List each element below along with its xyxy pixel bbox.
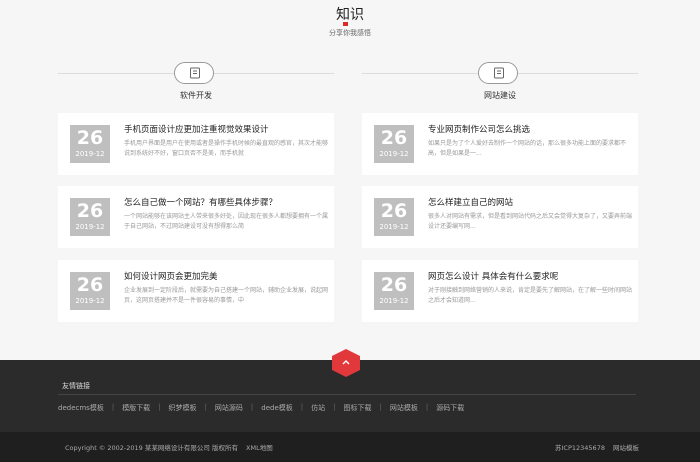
date-day: 26	[76, 274, 104, 296]
article-card[interactable]: 26 2019-12 手机页面设计应更加注重视觉效果设计 手机用户界面是用户在使…	[58, 113, 334, 175]
friend-links: dedecms模板 | 模版下载 | 织梦模板 | 网站源码 | dede模板 | 仿站 |…	[58, 403, 658, 413]
link-separator: |	[333, 403, 336, 411]
friend-link[interactable]: 织梦模板	[169, 403, 197, 413]
back-to-top-button[interactable]	[332, 349, 360, 377]
section-subtitle: 分享你我感悟	[329, 29, 371, 37]
friend-links-title: 友情链接	[62, 382, 90, 390]
date-day: 26	[76, 127, 104, 149]
date-badge: 26 2019-12	[374, 125, 414, 163]
date-badge: 26 2019-12	[374, 272, 414, 310]
title-accent-mark	[343, 22, 348, 26]
date-year-month: 2019-12	[379, 150, 409, 158]
article-summary: 一个网站能够在该网站主人带来很多好处，因此现在很多人都想要拥有一个属于自己网站，…	[124, 213, 328, 230]
link-separator: |	[111, 403, 115, 411]
link-separator: |	[300, 403, 304, 411]
friend-link[interactable]: 源码下载	[436, 403, 464, 413]
footer-bottom-bar: Copyright © 2002-2019 某某网络设计有限公司 版权所有 XM…	[0, 432, 700, 462]
chevron-up-icon	[342, 360, 350, 365]
link-separator: |	[425, 403, 429, 411]
copyright-line: Copyright © 2002-2019 某某网络设计有限公司 版权所有 XM…	[65, 442, 279, 452]
article-card[interactable]: 26 2019-12 专业网页制作公司怎么挑选 如果只是为了个人爱好去制作一个网…	[362, 113, 638, 175]
article-title[interactable]: 手机页面设计应更加注重视觉效果设计	[124, 123, 328, 135]
friend-link[interactable]: 图标下载	[343, 403, 371, 413]
article-card[interactable]: 26 2019-12 怎么自己做一个网站？有哪些具体步骤？ 一个网站能够在该网站…	[58, 186, 334, 248]
article-title[interactable]: 怎么自己做一个网站？有哪些具体步骤？	[124, 196, 328, 208]
article-summary: 企业发展到一定阶段后，就需要为自己搭建一个网站，辅助企业发展，说起网页，这网页搭…	[124, 287, 328, 304]
site-template-link[interactable]: 网站模板	[613, 444, 639, 452]
article-summary: 很多人对网站有需求，但是看到网站代码之后又会觉得大复杂了，又要弄前端设计还要编写…	[428, 213, 632, 230]
date-day: 26	[380, 127, 408, 149]
column-label[interactable]: 网站建设	[362, 90, 638, 101]
sitemap-link[interactable]: XML地图	[246, 444, 273, 452]
link-separator: |	[204, 403, 207, 411]
link-separator: |	[379, 403, 382, 411]
friend-link[interactable]: dede模板	[261, 403, 293, 413]
site-footer: 友情链接 dedecms模板 | 模版下载 | 织梦模板 | 网站源码 | dede模板…	[0, 349, 700, 462]
date-badge: 26 2019-12	[70, 272, 110, 310]
link-separator: |	[250, 403, 254, 411]
date-day: 26	[76, 200, 104, 222]
section-title: 知识	[336, 7, 364, 23]
article-title[interactable]: 网页怎么设计 具体会有什么要求呢	[428, 270, 632, 282]
friend-link[interactable]: 网站模板	[390, 403, 418, 413]
date-year-month: 2019-12	[75, 150, 105, 158]
date-badge: 26 2019-12	[70, 198, 110, 236]
article-summary: 手机用户界面是用户在使用或者是操作手机时候的最直观的感官，其次才能够说到系统好不…	[124, 140, 328, 157]
footer-divider	[58, 394, 636, 395]
copyright-text: Copyright © 2002-2019 某某网络设计有限公司 版权所有	[65, 444, 238, 452]
date-badge: 26 2019-12	[374, 198, 414, 236]
article-card[interactable]: 26 2019-12 怎么样建立自己的网站 很多人对网站有需求，但是看到网站代码…	[362, 186, 638, 248]
date-year-month: 2019-12	[75, 297, 105, 305]
article-card[interactable]: 26 2019-12 网页怎么设计 具体会有什么要求呢 对于刚接触到网络营销的人…	[362, 260, 638, 322]
article-summary: 对于刚接触到网络营销的人来说，肯定是要先了解网站，在了解一些时间网站之后才会知道…	[428, 287, 632, 304]
link-separator: |	[158, 403, 161, 411]
article-title[interactable]: 如何设计网页会更加完美	[124, 270, 328, 282]
friend-link[interactable]: 仿站	[311, 403, 325, 413]
date-year-month: 2019-12	[379, 297, 409, 305]
book-icon	[174, 62, 214, 84]
article-card[interactable]: 26 2019-12 如何设计网页会更加完美 企业发展到一定阶段后，就需要为自己…	[58, 260, 334, 322]
date-day: 26	[380, 200, 408, 222]
date-year-month: 2019-12	[75, 223, 105, 231]
article-title[interactable]: 专业网页制作公司怎么挑选	[428, 123, 632, 135]
friend-link[interactable]: 网站源码	[215, 403, 243, 413]
book-icon	[478, 62, 518, 84]
friend-link[interactable]: 模版下载	[122, 403, 150, 413]
date-year-month: 2019-12	[379, 223, 409, 231]
friend-link[interactable]: dedecms模板	[58, 403, 104, 413]
column-label[interactable]: 软件开发	[58, 90, 334, 101]
article-title[interactable]: 怎么样建立自己的网站	[428, 196, 632, 208]
date-badge: 26 2019-12	[70, 125, 110, 163]
icp-line: 苏ICP12345678 网站模板	[555, 442, 645, 452]
date-day: 26	[380, 274, 408, 296]
article-summary: 如果只是为了个人爱好去制作一个网站的话，那么很多功能上面的要求都不高，但是如果是…	[428, 140, 627, 157]
icp-link[interactable]: 苏ICP12345678	[555, 444, 605, 452]
